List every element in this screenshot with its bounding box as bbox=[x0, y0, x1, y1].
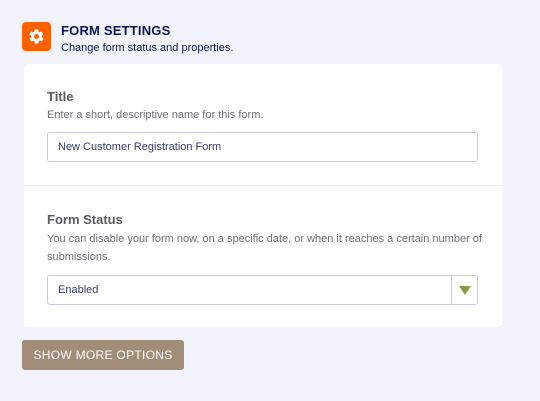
title-section: Title Enter a short, descriptive name fo… bbox=[24, 64, 502, 186]
page-subtitle: Change form status and properties. bbox=[61, 42, 234, 54]
form-status-select[interactable]: Enabled bbox=[47, 275, 478, 305]
triangle-down-icon[interactable] bbox=[451, 276, 477, 304]
header-text: FORM SETTINGS Change form status and pro… bbox=[61, 23, 233, 56]
title-label: Title bbox=[47, 89, 74, 104]
show-more-options-button[interactable]: SHOW MORE OPTIONS bbox=[22, 340, 184, 370]
form-status-description: You can disable your form now, on a spec… bbox=[47, 233, 482, 263]
page-title: FORM SETTINGS bbox=[61, 23, 171, 38]
title-input-value: New Customer Registration Form bbox=[58, 141, 222, 153]
form-status-label: Form Status bbox=[47, 212, 123, 227]
title-input[interactable]: New Customer Registration Form bbox=[47, 132, 478, 162]
title-description: Enter a short, descriptive name for this… bbox=[47, 109, 264, 121]
settings-header: FORM SETTINGS Change form status and pro… bbox=[22, 22, 233, 56]
form-status-section: Form Status You can disable your form no… bbox=[24, 186, 502, 327]
gear-icon bbox=[22, 22, 51, 51]
settings-card: Title Enter a short, descriptive name fo… bbox=[24, 64, 502, 327]
form-status-selected-value: Enabled bbox=[58, 284, 99, 296]
form-settings-page: FORM SETTINGS Change form status and pro… bbox=[0, 0, 540, 401]
